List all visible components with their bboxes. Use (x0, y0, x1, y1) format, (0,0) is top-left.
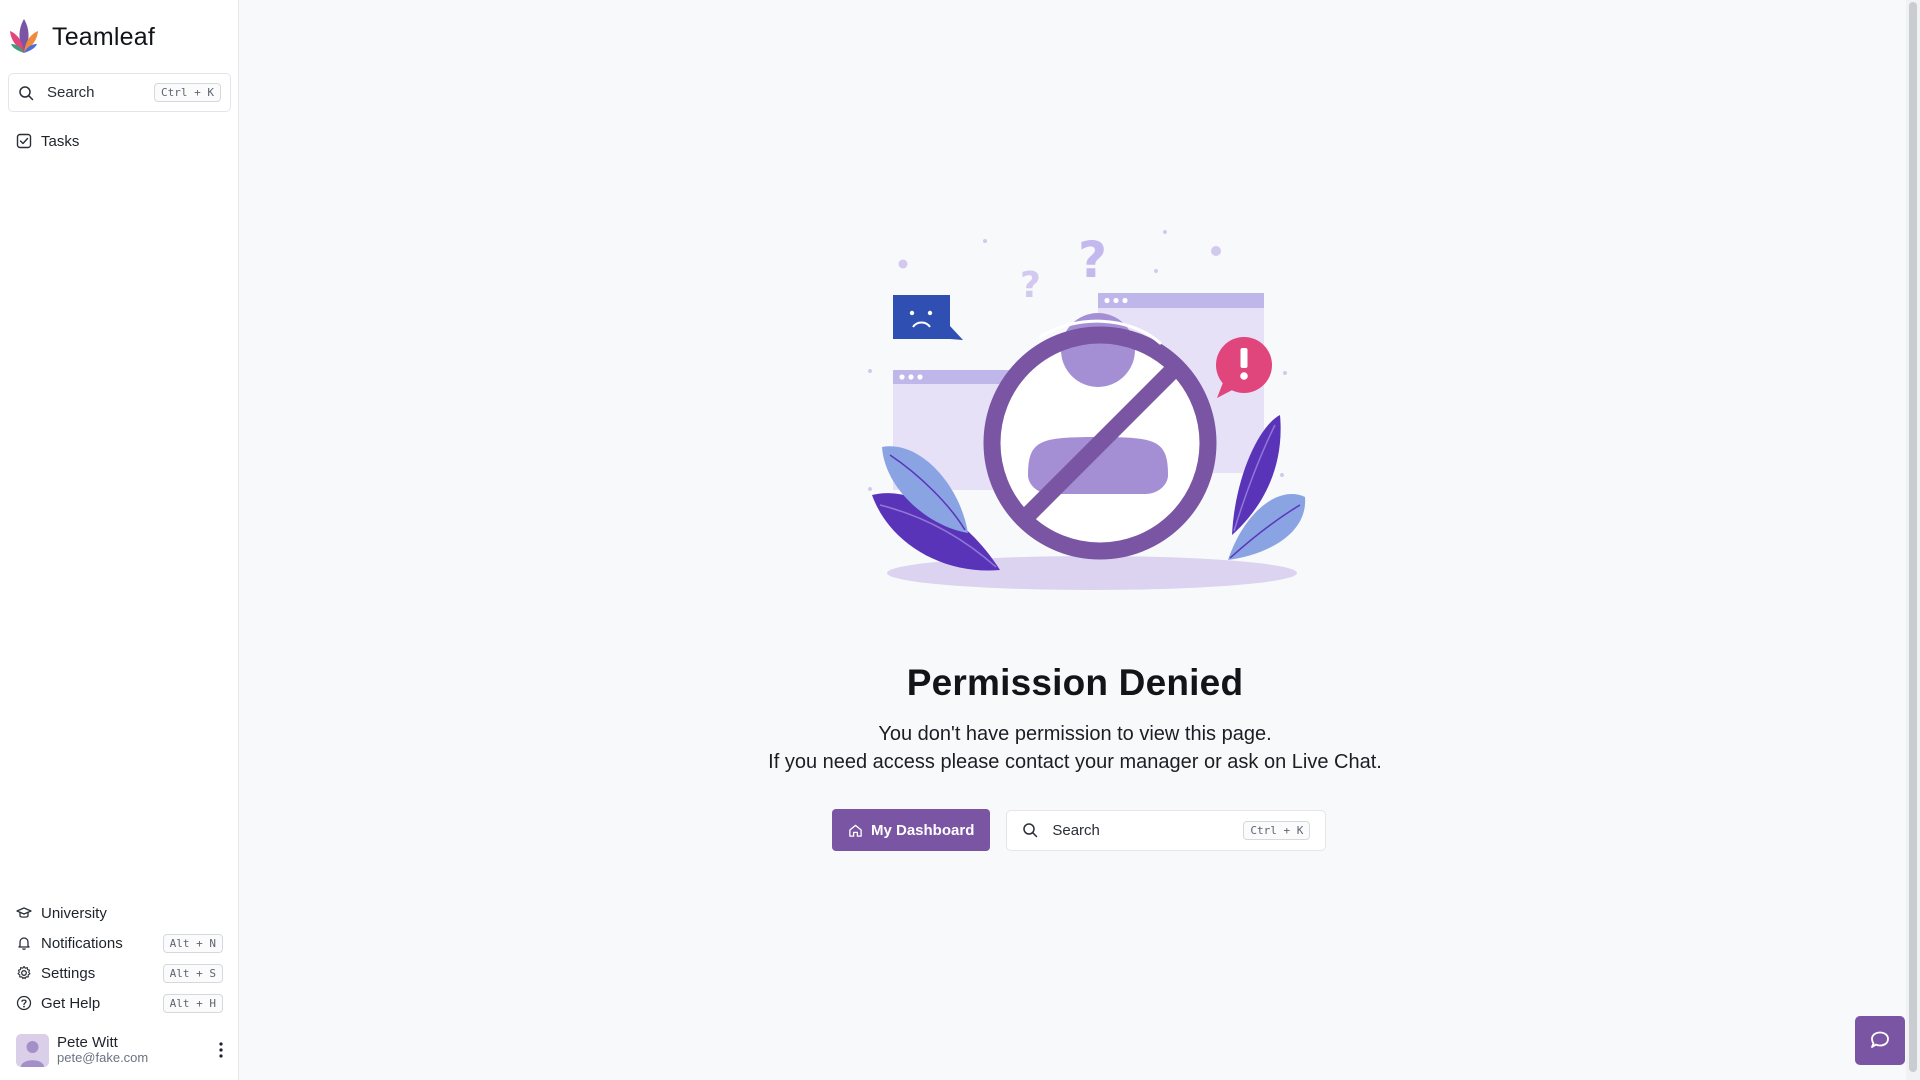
sidebar-item-label: Tasks (41, 132, 80, 150)
settings-shortcut: Alt + S (162, 963, 223, 983)
sidebar-item-university[interactable]: University (10, 900, 229, 926)
graduation-cap-icon (16, 907, 32, 918)
chat-bubble-icon (1871, 1031, 1889, 1048)
notifications-shortcut: Alt + N (162, 933, 223, 953)
sidebar-item-label: Get Help (41, 994, 101, 1012)
sidebar-item-settings[interactable]: Settings Alt + S (10, 960, 229, 986)
default-avatar-icon (21, 1040, 44, 1067)
sidebar-item-get-help[interactable]: Get Help Alt + H (10, 990, 229, 1016)
sidebar-item-notifications[interactable]: Notifications Alt + N (10, 930, 229, 956)
main-search[interactable]: Search Ctrl + K (1006, 809, 1327, 851)
more-vertical-icon (219, 1042, 223, 1058)
sidebar-item-tasks[interactable]: Tasks (10, 128, 229, 154)
sidebar-item-label: University (41, 904, 107, 922)
page-title: Permission Denied (906, 662, 1244, 703)
user-menu-button[interactable] (211, 1037, 231, 1063)
my-dashboard-label: My Dashboard (871, 821, 975, 839)
task-checkbox-icon (16, 133, 32, 149)
live-chat-button[interactable] (1855, 1016, 1905, 1065)
sidebar-item-label: Settings (41, 964, 96, 982)
user-email: pete@fake.com (57, 1050, 149, 1066)
avatar (16, 1033, 49, 1067)
teamleaf-logo (10, 19, 38, 53)
get-help-shortcut: Alt + H (162, 993, 223, 1013)
sidebar-search-shortcut: Ctrl + K (154, 83, 221, 102)
my-dashboard-button[interactable]: My Dashboard (832, 809, 991, 851)
user-info: Pete Witt pete@fake.com (57, 1034, 211, 1066)
gear-icon (17, 965, 31, 980)
sidebar-search[interactable]: Search Ctrl + K (8, 73, 231, 112)
access-instructions: If you need access please contact your m… (768, 751, 1382, 773)
brand[interactable]: Teamleaf (9, 17, 155, 57)
search-icon (1023, 823, 1038, 838)
page-scrollbar[interactable] (1906, 0, 1920, 1080)
sidebar: Teamleaf Search Ctrl + K Tasks Universit… (0, 0, 239, 1080)
bell-icon (18, 937, 30, 950)
svg-text:?: ? (1078, 231, 1107, 289)
scrollbar-thumb[interactable] (1909, 2, 1917, 1072)
user-profile[interactable]: Pete Witt pete@fake.com (16, 1032, 231, 1068)
search-icon (19, 85, 34, 100)
main-search-label: Search (1052, 821, 1100, 839)
page-actions: My Dashboard Search Ctrl + K (832, 809, 1327, 851)
sidebar-item-label: Notifications (41, 934, 123, 952)
permission-message: You don't have permission to view this p… (878, 723, 1272, 745)
permission-denied-illustration: ? ? (868, 230, 1306, 590)
main-content: ? ? Permission Denied You don't have per… (240, 0, 1920, 1080)
user-name: Pete Witt (57, 1033, 118, 1051)
sidebar-search-label: Search (47, 84, 95, 101)
help-circle-icon (16, 995, 32, 1011)
svg-text:?: ? (1020, 265, 1041, 306)
main-search-shortcut: Ctrl + K (1243, 820, 1311, 840)
home-icon (849, 824, 862, 837)
app-name: Teamleaf (52, 22, 156, 51)
